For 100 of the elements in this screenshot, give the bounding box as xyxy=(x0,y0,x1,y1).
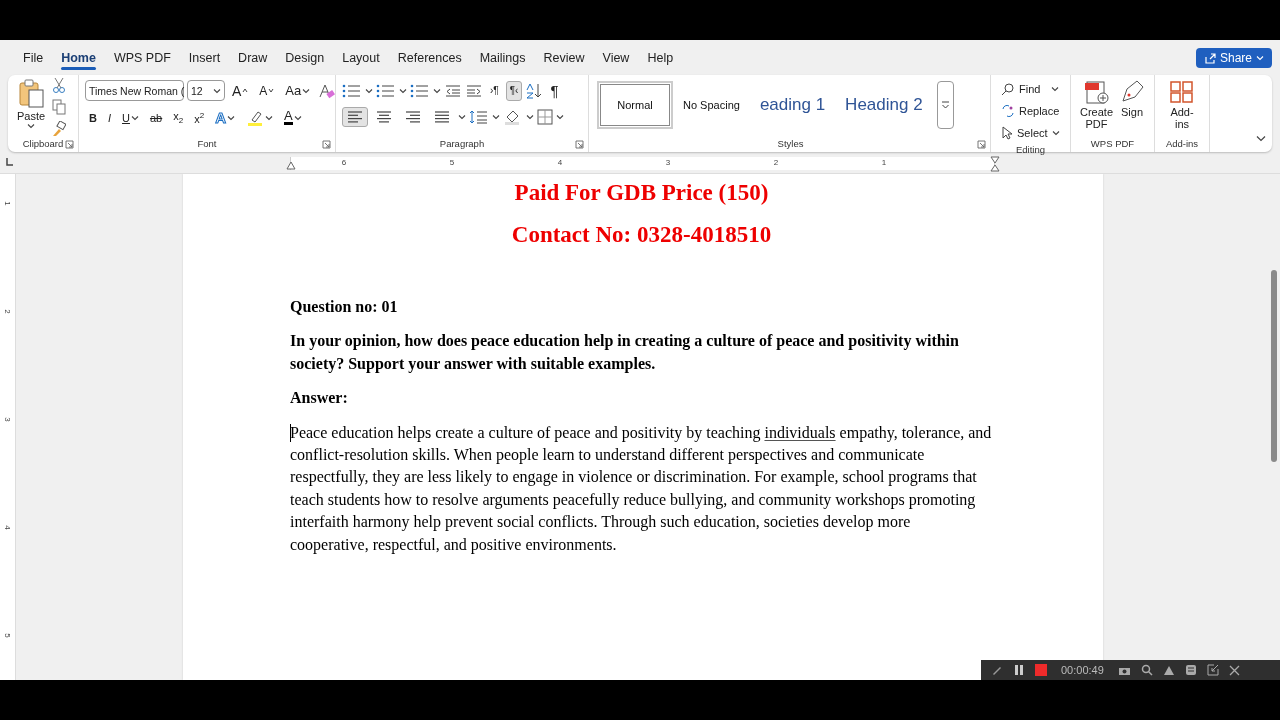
style-option[interactable]: No Spacing xyxy=(673,81,750,129)
bold-button[interactable]: B xyxy=(85,107,101,128)
ruler-number: 4 xyxy=(557,158,563,167)
group-label: Clipboard xyxy=(22,138,64,149)
align-right-icon xyxy=(404,110,422,124)
caret-icon xyxy=(492,114,500,120)
ruler-number: 6 xyxy=(341,158,347,167)
menu-tab[interactable]: Review xyxy=(534,46,594,69)
dialog-launcher-icon xyxy=(322,140,331,149)
highlighter-icon xyxy=(245,109,264,126)
caret-icon xyxy=(1256,55,1264,61)
question-label: Question no: 01 xyxy=(290,297,399,317)
pen-nib-icon xyxy=(1119,79,1146,105)
font-color-button[interactable]: A xyxy=(279,107,306,128)
shrink-font-button[interactable]: A xyxy=(255,80,279,101)
show-marks-button[interactable]: ¶ xyxy=(546,80,563,101)
replace-button[interactable]: Replace xyxy=(997,101,1064,121)
clipboard-icon xyxy=(17,79,46,109)
group-label: Font xyxy=(197,138,217,149)
numbering-icon xyxy=(376,83,396,98)
close-icon xyxy=(1228,664,1240,676)
caret-icon xyxy=(130,114,139,121)
caret-icon xyxy=(226,114,235,121)
ruler-number: 1 xyxy=(3,200,12,206)
caret-icon xyxy=(293,114,302,121)
ruler-number: 5 xyxy=(3,632,12,638)
sort-icon xyxy=(525,82,544,99)
multilevel-list-icon xyxy=(410,83,430,98)
ruler-number: 2 xyxy=(3,308,12,314)
add-ins-button[interactable]: Add-ins xyxy=(1161,77,1203,132)
paste-button[interactable]: Paste xyxy=(14,77,49,131)
share-button[interactable]: Share xyxy=(1195,48,1272,68)
find-button[interactable]: Find xyxy=(997,79,1064,99)
caret-icon xyxy=(458,114,466,120)
pencil-icon xyxy=(991,664,1003,676)
menu-tab[interactable]: Layout xyxy=(333,46,389,69)
decrease-indent-icon xyxy=(444,83,462,98)
menu-tab[interactable]: Draw xyxy=(229,46,277,69)
increase-indent-icon xyxy=(465,83,483,98)
style-option[interactable]: Heading 2 xyxy=(835,81,933,129)
align-center-icon xyxy=(375,110,393,124)
menu-tab[interactable]: Mailings xyxy=(470,46,535,69)
scrollbar-thumb[interactable] xyxy=(1271,270,1277,462)
pdf-icon xyxy=(1083,79,1110,105)
alignment-button[interactable] xyxy=(342,107,368,127)
format-painter-icon xyxy=(52,121,67,137)
align-left-icon xyxy=(346,110,364,124)
font-size-dropdown[interactable]: 12 xyxy=(187,80,225,101)
menu-tab[interactable]: File xyxy=(14,46,53,69)
menu-tab[interactable]: WPS PDF xyxy=(104,46,180,69)
dialog-launcher-icon xyxy=(977,140,986,149)
sign-button[interactable]: Sign xyxy=(1116,77,1149,120)
stop-icon xyxy=(1035,664,1047,676)
caret-icon xyxy=(526,114,534,120)
share-icon xyxy=(1203,52,1216,64)
caret-icon xyxy=(399,87,407,94)
style-option[interactable]: Normal xyxy=(597,81,673,129)
ruler-number: 5 xyxy=(449,158,455,167)
menu-tab[interactable]: Insert xyxy=(179,46,230,69)
answer-label: Answer: xyxy=(290,388,349,409)
search-icon xyxy=(1140,664,1153,676)
ruler-number: 4 xyxy=(3,524,12,530)
scissors-icon xyxy=(52,77,67,93)
text-direction-button[interactable]: ¶‹ xyxy=(505,80,523,101)
underline-button[interactable]: U xyxy=(118,107,143,128)
caret-icon xyxy=(302,87,311,94)
recording-time: 00:00:49 xyxy=(1061,664,1104,676)
ruler-number: 2 xyxy=(773,158,779,167)
caret-icon xyxy=(1050,86,1059,92)
menu-tab[interactable]: Design xyxy=(276,46,334,69)
ruler-number: 1 xyxy=(881,158,887,167)
menu-tab[interactable]: Help xyxy=(638,46,683,69)
create-pdf-button[interactable]: Create PDF xyxy=(1077,77,1117,132)
subscript-button[interactable]: x$_{2}$ xyxy=(169,107,188,128)
header-text: Contact No: 0328-4018510 xyxy=(510,221,773,249)
ruler-number: 3 xyxy=(665,158,671,167)
group-label: Editing xyxy=(1015,144,1046,155)
font-name-dropdown[interactable]: Times New Roman ( xyxy=(85,80,184,101)
search-icon xyxy=(1001,82,1015,96)
styles-more-button[interactable] xyxy=(936,81,954,129)
group-label: Paragraph xyxy=(439,138,485,149)
menu-tab[interactable]: Home xyxy=(52,46,105,69)
caret-icon xyxy=(268,88,275,93)
text-direction-button[interactable]: ›¶ xyxy=(486,80,503,101)
change-case-button[interactable]: Aa xyxy=(281,80,315,101)
justify-icon xyxy=(433,110,451,124)
line-spacing-icon xyxy=(469,109,489,125)
select-button[interactable]: Select xyxy=(997,123,1064,143)
copy-icon xyxy=(52,99,67,115)
menu-tab[interactable]: View xyxy=(593,46,639,69)
italic-button[interactable]: I xyxy=(103,107,115,128)
strike-button[interactable]: ab xyxy=(145,107,167,128)
caret-icon xyxy=(433,87,441,94)
grow-font-button[interactable]: A xyxy=(228,80,253,101)
pause-icon xyxy=(1013,664,1025,676)
menu-tab[interactable]: References xyxy=(388,46,471,69)
superscript-button[interactable]: x$^{2}$ xyxy=(190,107,209,128)
style-option[interactable]: eading 1 xyxy=(749,81,836,129)
caret-icon xyxy=(27,123,36,129)
tab-selector-icon xyxy=(4,157,14,167)
